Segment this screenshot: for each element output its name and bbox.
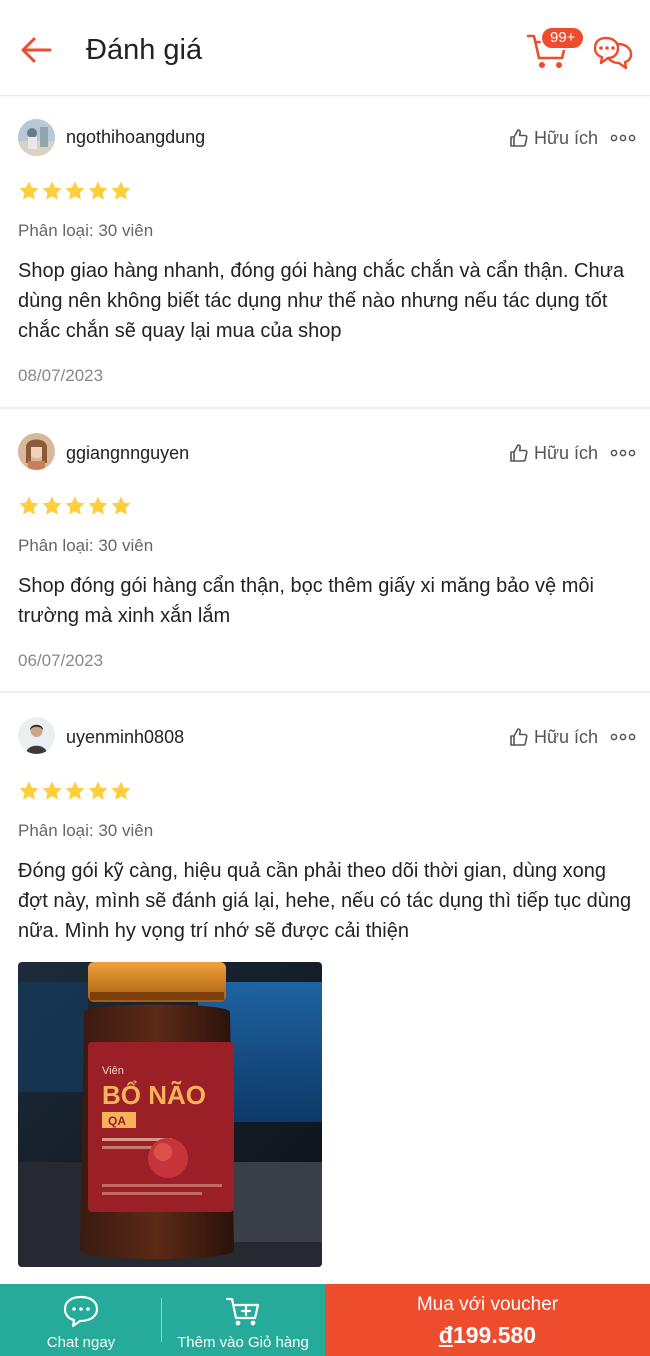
buy-with-voucher-button[interactable]: Mua với voucher đ199.580: [325, 1284, 650, 1356]
chat-icon: [63, 1295, 99, 1328]
variant-label: Phân loại: 30 viên: [18, 221, 154, 240]
buy-label: Mua với voucher: [416, 1294, 559, 1315]
bottle-label-main: BỔ NÃO: [102, 1080, 206, 1110]
star-icon: [88, 781, 108, 800]
star-icon: [42, 496, 62, 515]
helpful-label: Hữu ích: [534, 442, 599, 463]
chat-now-button[interactable]: Chat ngay: [0, 1284, 162, 1356]
add-to-cart-label: Thêm vào Giỏ hàng: [177, 1334, 309, 1351]
review-screen: Đánh giá 99+ ngothihoangdung Hữu ích Phâ…: [0, 0, 650, 1356]
thumbs-up-icon: [510, 728, 528, 746]
review-text: Shop giao hàng nhanh, đóng gói hàng chắc…: [18, 260, 625, 342]
helpful-label: Hữu ích: [534, 726, 599, 747]
avatar-photo: [18, 717, 55, 754]
helpful-label: Hữu ích: [534, 127, 599, 148]
review-photo[interactable]: Viên BỔ NÃO QA: [18, 962, 322, 1267]
review-text: Đóng gói kỹ càng, hiệu quả cần phải theo…: [18, 860, 632, 942]
helpful-button[interactable]: Hữu ích: [508, 725, 598, 749]
star-rating: [18, 780, 132, 802]
more-options-icon[interactable]: [610, 448, 636, 458]
secondary-actions: Chat ngay Thêm vào Giỏ hàng: [0, 1284, 325, 1356]
review-date: 08/07/2023: [18, 366, 104, 385]
star-icon: [19, 781, 39, 800]
avatar[interactable]: [18, 433, 55, 470]
reviewer-name: ggiangnnguyen: [66, 443, 190, 463]
star-icon: [65, 496, 85, 515]
star-rating: [18, 495, 132, 517]
variant-label: Phân loại: 30 viên: [18, 536, 154, 555]
review-item: ngothihoangdung Hữu ích Phân loại: 30 vi…: [0, 97, 650, 409]
review-date: 06/07/2023: [18, 651, 104, 670]
star-icon: [111, 496, 131, 515]
top-app-bar: Đánh giá 99+: [0, 0, 650, 96]
variant-label: Phân loại: 30 viên: [18, 821, 154, 840]
avatar[interactable]: [18, 119, 55, 156]
reviewer-name: uyenminh0808: [66, 727, 185, 747]
add-to-cart-button[interactable]: Thêm vào Giỏ hàng: [162, 1284, 324, 1356]
bottle-label-top: Viên: [102, 1065, 124, 1077]
star-icon: [42, 181, 62, 200]
page-title: Đánh giá: [86, 34, 203, 66]
helpful-button[interactable]: Hữu ích: [508, 441, 598, 465]
more-options-icon[interactable]: [610, 133, 636, 143]
helpful-button[interactable]: Hữu ích: [508, 126, 598, 150]
price-value: 199.580: [452, 1322, 537, 1348]
add-cart-icon: [225, 1297, 260, 1326]
review-item: ggiangnnguyen Hữu ích Phân loại: 30 viên…: [0, 409, 650, 693]
chat-now-label: Chat ngay: [46, 1334, 116, 1351]
thumbs-up-icon: [510, 444, 528, 462]
star-icon: [19, 181, 39, 200]
currency-symbol: đ: [438, 1322, 453, 1348]
reviewer-name: ngothihoangdung: [66, 127, 206, 147]
star-icon: [19, 496, 39, 515]
avatar-photo: [18, 119, 55, 156]
cart-count-badge: 99+: [540, 26, 586, 50]
star-icon: [88, 496, 108, 515]
back-arrow-icon[interactable]: [16, 30, 56, 70]
avatar[interactable]: [18, 717, 55, 754]
star-icon: [88, 181, 108, 200]
thumbs-up-icon: [510, 129, 528, 147]
product-photo-image: Viên BỔ NÃO QA: [18, 962, 322, 1267]
bottom-action-bar: Chat ngay Thêm vào Giỏ hàng Mua với vouc…: [0, 1284, 650, 1356]
star-icon: [65, 781, 85, 800]
star-icon: [65, 181, 85, 200]
avatar-photo: [18, 433, 55, 470]
bottle-label-sub: QA: [108, 1114, 126, 1128]
chat-icon[interactable]: [592, 32, 634, 72]
review-text: Shop đóng gói hàng cẩn thận, bọc thêm gi…: [18, 575, 594, 627]
star-rating: [18, 180, 132, 202]
star-icon: [111, 181, 131, 200]
more-options-icon[interactable]: [610, 732, 636, 742]
star-icon: [111, 781, 131, 800]
star-icon: [42, 781, 62, 800]
price: đ199.580: [325, 1320, 650, 1350]
